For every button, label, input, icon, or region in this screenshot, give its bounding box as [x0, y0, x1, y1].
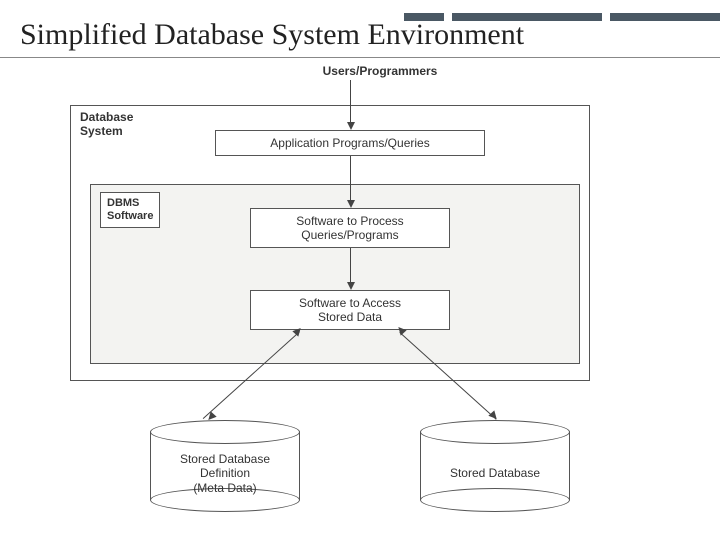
dbms-label: DBMS Software: [100, 192, 160, 228]
database-cylinder: Stored Database: [420, 420, 570, 512]
arrow-head-icon: [347, 122, 355, 130]
app-programs-box: Application Programs/Queries: [215, 130, 485, 156]
database-label: Stored Database: [420, 466, 570, 480]
db-system-label: Database System: [80, 110, 160, 139]
metadata-label: Stored Database Definition (Meta Data): [150, 452, 300, 495]
arrow-process-access: [350, 248, 351, 284]
arrow-head-icon: [347, 282, 355, 290]
diagram-area: Users/Programmers Database System Applic…: [60, 60, 640, 540]
title-bar: Simplified Database System Environment: [0, 0, 720, 58]
access-box: Software to Access Stored Data: [250, 290, 450, 330]
process-box: Software to Process Queries/Programs: [250, 208, 450, 248]
metadata-cylinder: Stored Database Definition (Meta Data): [150, 420, 300, 512]
users-label: Users/Programmers: [290, 64, 470, 78]
arrow-users-app: [350, 80, 351, 124]
page-title: Simplified Database System Environment: [20, 18, 524, 52]
arrow-app-process: [350, 156, 351, 202]
arrow-head-icon: [347, 200, 355, 208]
